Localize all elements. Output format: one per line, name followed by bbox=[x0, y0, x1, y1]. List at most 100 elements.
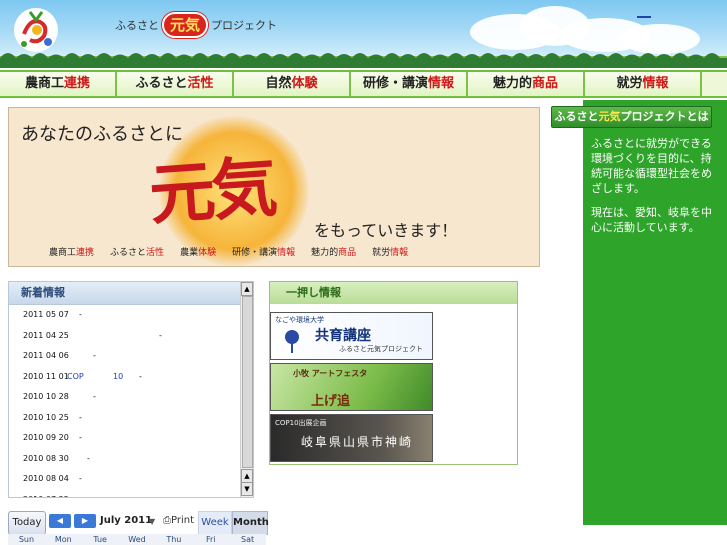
featured-panel: 一押し情報 なごや環境大学 共育講座 ふるさと元気プロジェクト 小牧 アートフェ… bbox=[269, 281, 518, 465]
news-text: - bbox=[159, 330, 162, 340]
hero-genki-text: 元気 bbox=[146, 147, 276, 235]
hero-menu-item[interactable]: 農業体験 bbox=[180, 245, 216, 258]
nav-label: 自然 bbox=[265, 76, 292, 91]
print-button[interactable]: ⎙Print bbox=[163, 515, 194, 526]
hero-menu-item[interactable]: 農商工連携 bbox=[49, 245, 94, 258]
nav-accent: 商品 bbox=[532, 76, 559, 91]
grass-strip bbox=[0, 53, 727, 68]
scroll-up-icon[interactable]: ▲ bbox=[241, 469, 253, 483]
weekday-label: Thu bbox=[166, 535, 182, 544]
news-text: - bbox=[139, 371, 142, 381]
hero-menu-accent: 体験 bbox=[198, 248, 217, 258]
news-item[interactable]: 2010 09 20 - bbox=[9, 428, 238, 449]
hero-menu-accent: 連携 bbox=[76, 248, 95, 258]
weekday-label: Sun bbox=[18, 535, 35, 544]
news-date: 2010 08 30 bbox=[23, 453, 69, 463]
hero-menu-accent: 情報 bbox=[390, 248, 409, 258]
news-date: 2011 04 25 bbox=[23, 330, 69, 340]
printer-icon: ⎙ bbox=[163, 515, 171, 526]
nav-accent: 体験 bbox=[291, 76, 318, 91]
news-date: 2010 08 04 bbox=[23, 474, 69, 483]
news-item[interactable]: 2010 10 25- bbox=[9, 408, 238, 429]
nav-item-products[interactable]: 魅力的商品 bbox=[468, 72, 585, 96]
hero-menu-label: 農商工 bbox=[49, 248, 77, 258]
calendar-month-label: July 2011 bbox=[100, 515, 153, 526]
top-right-link[interactable] bbox=[637, 16, 651, 18]
news-panel: 新着情報 2011 05 07 - 2011 04 25 - 2011 04 06 -… bbox=[8, 281, 254, 498]
hero-menu: 農商工連携 ふるさと活性 農業体験 研修・講演情報 魅力的商品 就労情報 bbox=[49, 245, 408, 258]
news-item[interactable]: 2010 11 01 COP 10 - bbox=[9, 367, 238, 388]
news-item[interactable]: 2010 10 28 - bbox=[9, 387, 238, 408]
news-text: - bbox=[79, 433, 82, 442]
news-item[interactable]: 2010 08 04 - bbox=[9, 469, 238, 490]
prev-month-icon[interactable]: ◀ bbox=[49, 514, 71, 528]
hero-menu-item[interactable]: 就労情報 bbox=[372, 245, 408, 258]
nav-label: 魅力的 bbox=[492, 76, 532, 91]
scroll-up-icon[interactable]: ▲ bbox=[241, 282, 253, 296]
site-title[interactable]: ふるさと 元気 プロジェクト bbox=[115, 12, 277, 38]
nav-item-training[interactable]: 研修・講演情報 bbox=[351, 72, 468, 96]
banner-subtitle: 小牧 アートフェスタ bbox=[293, 369, 368, 378]
hero-menu-item[interactable]: ふるさと活性 bbox=[110, 245, 164, 258]
scroll-down-icon[interactable]: ▼ bbox=[241, 482, 253, 496]
news-text: - bbox=[87, 453, 90, 463]
news-text: - bbox=[79, 412, 82, 422]
about-text: ふるさとに就労ができる環境づくりを目的に、持続可能な循環型社会をめざします。 現… bbox=[591, 136, 719, 244]
news-text: - bbox=[93, 392, 96, 401]
weekday-label: Sat bbox=[241, 535, 255, 544]
nav-item-agri-commerce[interactable]: 農商工連携 bbox=[0, 72, 117, 96]
news-link[interactable]: 10 bbox=[113, 367, 123, 388]
nav-item-nature[interactable]: 自然体験 bbox=[234, 72, 351, 96]
news-title: 新着情報 bbox=[9, 282, 253, 305]
month-dropdown-icon[interactable]: ▼ bbox=[149, 517, 155, 526]
calendar-widget: Today ◀ ▶ July 2011 ▼ ⎙Print Week Month … bbox=[8, 510, 269, 545]
main-nav: 農商工連携 ふるさと活性 自然体験 研修・講演情報 魅力的商品 就労情報 bbox=[0, 70, 727, 98]
news-item[interactable]: 2010 08 30 - bbox=[9, 449, 238, 470]
title-suffix: プロジェクト bbox=[211, 19, 278, 32]
banner-eco-university[interactable]: なごや環境大学 共育講座 ふるさと元気プロジェクト bbox=[270, 312, 433, 360]
today-button[interactable]: Today bbox=[8, 511, 46, 535]
weekday-label: Tue bbox=[93, 535, 107, 544]
banner-subtitle: なごや環境大学 bbox=[275, 316, 324, 324]
about-paragraph: ふるさとに就労ができる環境づくりを目的に、持続可能な循環型社会をめざします。 bbox=[591, 137, 712, 195]
title-badge: 元気 bbox=[162, 12, 209, 38]
news-date: 2011 05 07 bbox=[23, 310, 69, 319]
news-date: 2010 07 22 bbox=[23, 490, 69, 498]
hero-menu-label: 研修・講演 bbox=[232, 248, 278, 258]
news-scrollbar[interactable]: ▲ ▲ ▼ bbox=[240, 282, 253, 497]
hero-menu-label: 農業 bbox=[180, 248, 199, 258]
banner-cop10[interactable]: COP10出展企画 岐阜県山県市神崎 bbox=[270, 414, 433, 462]
banner-title: 共育講座 bbox=[315, 328, 371, 344]
calendar-weekday-header: Sun Mon Tue Wed Thu Fri Sat bbox=[8, 534, 266, 545]
news-date: 2010 10 28 bbox=[23, 392, 69, 401]
news-item[interactable]: 2011 04 25 - bbox=[9, 326, 238, 347]
scroll-thumb[interactable] bbox=[242, 296, 253, 468]
news-text: - bbox=[79, 310, 82, 319]
next-month-icon[interactable]: ▶ bbox=[74, 514, 96, 528]
title-prefix: ふるさと bbox=[115, 19, 159, 32]
nav-label: ふるさと bbox=[135, 76, 188, 91]
nav-item-hometown[interactable]: ふるさと活性 bbox=[117, 72, 234, 96]
month-view-tab[interactable]: Month bbox=[232, 511, 269, 535]
site-logo-icon[interactable] bbox=[10, 4, 62, 56]
featured-title: 一押し情報 bbox=[270, 282, 517, 304]
hero-menu-label: ふるさと bbox=[110, 248, 147, 258]
news-item[interactable]: 2010 07 22 bbox=[9, 490, 238, 498]
news-item[interactable]: 2011 05 07 - bbox=[9, 305, 238, 326]
news-item[interactable]: 2011 04 06 - bbox=[9, 346, 238, 367]
nav-accent: 情報 bbox=[642, 76, 669, 91]
nav-label: 農商工 bbox=[24, 76, 64, 91]
banner-title: 上げ追 bbox=[311, 394, 351, 409]
hero-menu-label: 就労 bbox=[372, 248, 391, 258]
about-paragraph: 現在は、愛知、岐阜を中心に活動しています。 bbox=[591, 206, 712, 234]
news-date: 2010 11 01 bbox=[23, 371, 69, 381]
about-project-button[interactable]: ふるさと元気プロジェクトとは bbox=[551, 106, 712, 128]
hero-menu-item[interactable]: 研修・講演情報 bbox=[232, 245, 295, 258]
hero-menu-item[interactable]: 魅力的商品 bbox=[311, 245, 356, 258]
nav-item-employment[interactable]: 就労情報 bbox=[585, 72, 702, 96]
news-link[interactable]: COP bbox=[67, 367, 84, 388]
banner-title: 岐阜県山県市神崎 bbox=[301, 435, 414, 449]
week-view-tab[interactable]: Week bbox=[198, 511, 232, 535]
nav-accent: 情報 bbox=[428, 76, 455, 91]
banner-art-festa[interactable]: 小牧 アートフェスタ 上げ追 bbox=[270, 363, 433, 411]
